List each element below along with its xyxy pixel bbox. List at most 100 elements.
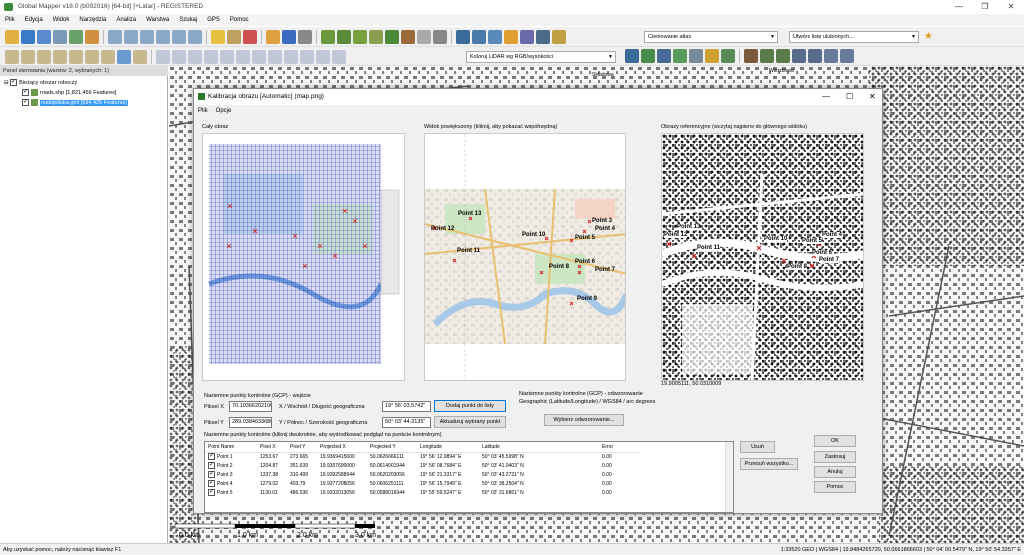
circle-tool-icon[interactable] bbox=[69, 50, 83, 64]
menu-gps[interactable]: GPS bbox=[202, 14, 225, 26]
water-icon[interactable] bbox=[792, 49, 806, 63]
rect-tool-icon[interactable] bbox=[85, 50, 99, 64]
root-checkbox[interactable]: ✓ bbox=[10, 79, 18, 87]
lidar-settings-icon[interactable] bbox=[625, 49, 639, 63]
ok-button[interactable]: OK bbox=[814, 435, 856, 447]
row-checkbox[interactable]: ✓ bbox=[208, 489, 215, 496]
watershed-icon[interactable] bbox=[369, 30, 383, 44]
layer-roads[interactable]: ✓ roads.shp [1,821,456 Features] bbox=[22, 88, 116, 98]
trim-icon[interactable] bbox=[316, 50, 330, 64]
globe-icon[interactable] bbox=[21, 30, 35, 44]
snap-icon[interactable] bbox=[204, 50, 218, 64]
menu-search[interactable]: Szukaj bbox=[174, 14, 202, 26]
volume-icon[interactable] bbox=[385, 30, 399, 44]
north-input[interactable]: 50° 03' 44.3135" bbox=[382, 417, 431, 428]
close-button[interactable]: ✕ bbox=[998, 0, 1024, 14]
column-header[interactable]: Projected X bbox=[317, 442, 367, 453]
select-icon[interactable] bbox=[108, 30, 122, 44]
layer-malopolska[interactable]: ✓ malopolska.gml [694,426 Features] bbox=[22, 98, 128, 108]
line-tool-icon[interactable] bbox=[5, 50, 19, 64]
shift-all-button[interactable]: Przesuń wszystko... bbox=[740, 458, 798, 470]
lidar-classify-icon[interactable] bbox=[641, 49, 655, 63]
lidar-ground-icon[interactable] bbox=[673, 49, 687, 63]
edit-icon[interactable] bbox=[227, 30, 241, 44]
cross-section-icon[interactable] bbox=[760, 49, 774, 63]
contour-icon[interactable] bbox=[337, 30, 351, 44]
camera-icon[interactable] bbox=[298, 30, 312, 44]
east-input[interactable]: 19° 56' 03.5742" bbox=[382, 401, 431, 412]
layer-checkbox[interactable]: ✓ bbox=[22, 89, 29, 97]
point-tool-icon[interactable] bbox=[53, 50, 67, 64]
column-header[interactable]: Error bbox=[599, 442, 639, 453]
fly-icon[interactable] bbox=[472, 30, 486, 44]
join-icon[interactable] bbox=[220, 50, 234, 64]
info-icon[interactable] bbox=[282, 30, 296, 44]
search-icon[interactable] bbox=[840, 49, 854, 63]
table-row[interactable]: ✓ Point 3 1337.38 310.499 19.9392588944 50.06… bbox=[205, 470, 639, 479]
menu-tools[interactable]: Narzędzia bbox=[74, 14, 111, 26]
export-icon[interactable] bbox=[69, 30, 83, 44]
view-shed-icon[interactable] bbox=[353, 30, 367, 44]
minimize-button[interactable]: — bbox=[946, 0, 972, 14]
pixel-x-input[interactable]: 70.10366202100 bbox=[229, 401, 272, 412]
lidar-grid-icon[interactable] bbox=[721, 49, 735, 63]
column-header[interactable]: Longitude bbox=[417, 442, 479, 453]
scale-icon[interactable] bbox=[188, 50, 202, 64]
lidar-color-select[interactable]: Koloruj LiDAR wg RGB/wysokości ▼ bbox=[466, 51, 616, 63]
simplify-icon[interactable] bbox=[300, 50, 314, 64]
back-arrow-icon[interactable] bbox=[172, 30, 186, 44]
zoomed-view[interactable]: Point 3 Point 5 Point 4 Point 10 Point 1… bbox=[424, 133, 626, 381]
vertex-icon[interactable] bbox=[21, 50, 35, 64]
menu-layer[interactable]: Warstwa bbox=[141, 14, 174, 26]
add-point-button[interactable]: Dodaj punkt do listy bbox=[434, 400, 506, 412]
gcp-table[interactable]: Point Name Pixel X Pixel Y Projected X P… bbox=[204, 441, 734, 513]
shader-select[interactable]: Cieniowanie atlas ▼ bbox=[644, 31, 778, 43]
update-point-button[interactable]: Aktualizuj wybrany punkt bbox=[434, 416, 506, 428]
profile-icon[interactable] bbox=[401, 30, 415, 44]
terrain-icon[interactable] bbox=[321, 30, 335, 44]
dialog-minimize-button[interactable]: — bbox=[822, 89, 830, 105]
zoom-in-icon[interactable] bbox=[124, 30, 138, 44]
cancel-button[interactable]: Anuluj bbox=[814, 466, 856, 478]
help-button[interactable]: Pomoc bbox=[814, 481, 856, 493]
path-profile-icon[interactable] bbox=[744, 49, 758, 63]
star-icon[interactable]: ★ bbox=[924, 31, 936, 43]
buffer-icon[interactable] bbox=[268, 50, 282, 64]
sun-icon[interactable] bbox=[552, 30, 566, 44]
shade-icon[interactable] bbox=[520, 30, 534, 44]
area-tool-icon[interactable] bbox=[37, 50, 51, 64]
reference-image-view[interactable]: Point 13 Point 12 Point 11 Point 10 Poin… bbox=[661, 133, 864, 381]
table-scrollbar[interactable] bbox=[725, 442, 733, 512]
menu-help[interactable]: Pomoc bbox=[225, 14, 254, 26]
lidar-filter-icon[interactable] bbox=[657, 49, 671, 63]
pixel-y-input[interactable]: 289.0384633680 bbox=[229, 417, 272, 428]
angle-icon[interactable] bbox=[536, 30, 550, 44]
zoom-extent-icon[interactable] bbox=[156, 30, 170, 44]
measure-icon[interactable] bbox=[266, 30, 280, 44]
layer-checkbox[interactable]: ✓ bbox=[22, 99, 29, 107]
column-header[interactable]: Pixel X bbox=[257, 442, 287, 453]
cut-icon[interactable] bbox=[236, 50, 250, 64]
brush-icon[interactable] bbox=[133, 50, 147, 64]
column-header[interactable]: Point Name bbox=[205, 442, 257, 453]
apply-button[interactable]: Zastosuj bbox=[814, 451, 856, 463]
print-icon[interactable] bbox=[53, 30, 67, 44]
maximize-button[interactable]: ❐ bbox=[972, 0, 998, 14]
dialog-maximize-button[interactable]: ☐ bbox=[846, 89, 853, 105]
dialog-menu-options[interactable]: Opcje bbox=[212, 108, 236, 114]
menu-view[interactable]: Widok bbox=[48, 14, 75, 26]
smooth-icon[interactable] bbox=[284, 50, 298, 64]
table-row[interactable]: ✓ Point 5 1130.01 486.536 19.9332013056 50.05… bbox=[205, 488, 639, 497]
merge-icon[interactable] bbox=[252, 50, 266, 64]
path-icon[interactable] bbox=[488, 30, 502, 44]
lighting-icon[interactable] bbox=[504, 30, 518, 44]
table-row[interactable]: ✓ Point 1 1253.67 273.665 19.9369415000 50.06… bbox=[205, 452, 639, 461]
table-row[interactable]: ✓ Point 2 1204.87 351.639 19.9357690000 50.06… bbox=[205, 461, 639, 470]
zoom-out-icon[interactable] bbox=[140, 30, 154, 44]
row-checkbox[interactable]: ✓ bbox=[208, 462, 215, 469]
drain-icon[interactable] bbox=[808, 49, 822, 63]
open-folder-icon[interactable] bbox=[5, 30, 19, 44]
grid-icon[interactable] bbox=[417, 30, 431, 44]
favorites-select[interactable]: Utwórz listę ulubionych... ▼ bbox=[789, 31, 919, 43]
row-checkbox[interactable]: ✓ bbox=[208, 480, 215, 487]
